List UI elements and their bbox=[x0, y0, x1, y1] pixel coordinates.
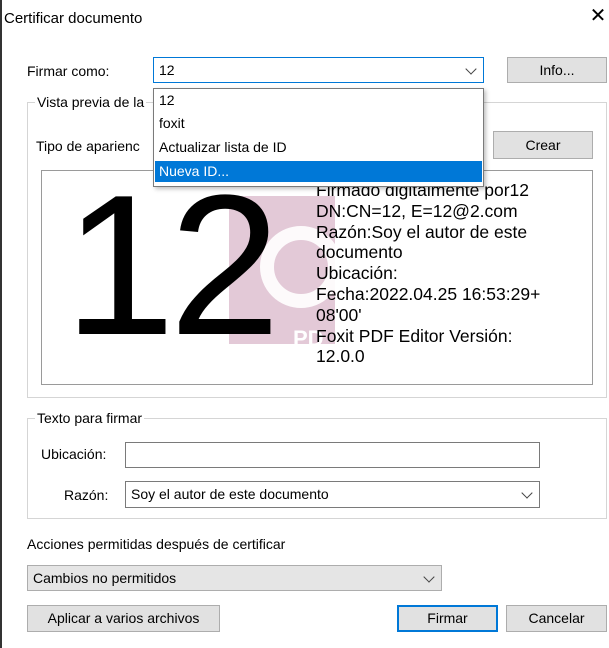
sig-line: Razón:Soy el autor de este bbox=[316, 221, 528, 242]
sig-line: Foxit PDF Editor Versión: bbox=[316, 325, 513, 346]
sign-button[interactable]: Firmar bbox=[397, 605, 498, 632]
reason-value: Soy el autor de este documento bbox=[131, 486, 329, 502]
chevron-down-icon bbox=[521, 487, 533, 499]
location-value bbox=[126, 447, 131, 463]
sign-as-select[interactable]: 12 bbox=[153, 57, 484, 83]
appearance-type-label: Tipo de aparienc bbox=[36, 138, 140, 154]
window-edge bbox=[0, 0, 2, 648]
permissions-value: Cambios no permitidos bbox=[33, 570, 177, 586]
sign-as-dropdown-list: 12 foxit Actualizar lista de ID Nueva ID… bbox=[153, 88, 484, 187]
cancel-button[interactable]: Cancelar bbox=[506, 605, 607, 632]
location-input[interactable] bbox=[125, 442, 540, 468]
sig-line: DN:CN=12, E=12@2.com bbox=[316, 200, 518, 221]
dropdown-option-foxit[interactable]: foxit bbox=[155, 113, 482, 134]
preview-group-label: Vista previa de la bbox=[35, 94, 147, 110]
dropdown-option-12[interactable]: 12 bbox=[155, 90, 482, 111]
dropdown-option-new-id[interactable]: Nueva ID... bbox=[155, 161, 482, 182]
location-label: Ubicación: bbox=[41, 446, 107, 462]
create-button[interactable]: Crear bbox=[493, 131, 593, 159]
sig-line: Fecha:2022.04.25 16:53:29+ bbox=[316, 283, 541, 304]
signature-details: Firmado digitalmente por12 DN:CN=12, E=1… bbox=[316, 180, 601, 367]
signature-big-name: 12 bbox=[64, 154, 280, 377]
chevron-down-icon bbox=[423, 571, 435, 583]
chevron-down-icon bbox=[465, 63, 477, 75]
sig-line: Ubicación: bbox=[316, 263, 398, 284]
info-button[interactable]: Info... bbox=[507, 57, 607, 83]
dialog-title: Certificar documento bbox=[4, 10, 143, 27]
sign-as-label: Firmar como: bbox=[27, 63, 110, 79]
reason-label: Razón: bbox=[64, 487, 109, 503]
apply-multiple-button[interactable]: Aplicar a varios archivos bbox=[27, 605, 220, 632]
sig-line: documento bbox=[316, 242, 403, 263]
dropdown-option-refresh-id-list[interactable]: Actualizar lista de ID bbox=[155, 137, 482, 158]
sig-line: 12.0.0 bbox=[316, 346, 365, 367]
permissions-label: Acciones permitidas después de certifica… bbox=[27, 536, 286, 552]
reason-select[interactable]: Soy el autor de este documento bbox=[125, 481, 540, 508]
text-to-sign-group-label: Texto para firmar bbox=[35, 410, 145, 426]
sign-as-value: 12 bbox=[159, 62, 175, 78]
permissions-select[interactable]: Cambios no permitidos bbox=[27, 565, 442, 591]
sig-line: 08'00' bbox=[316, 304, 362, 325]
close-icon[interactable]: ✕ bbox=[588, 5, 608, 27]
